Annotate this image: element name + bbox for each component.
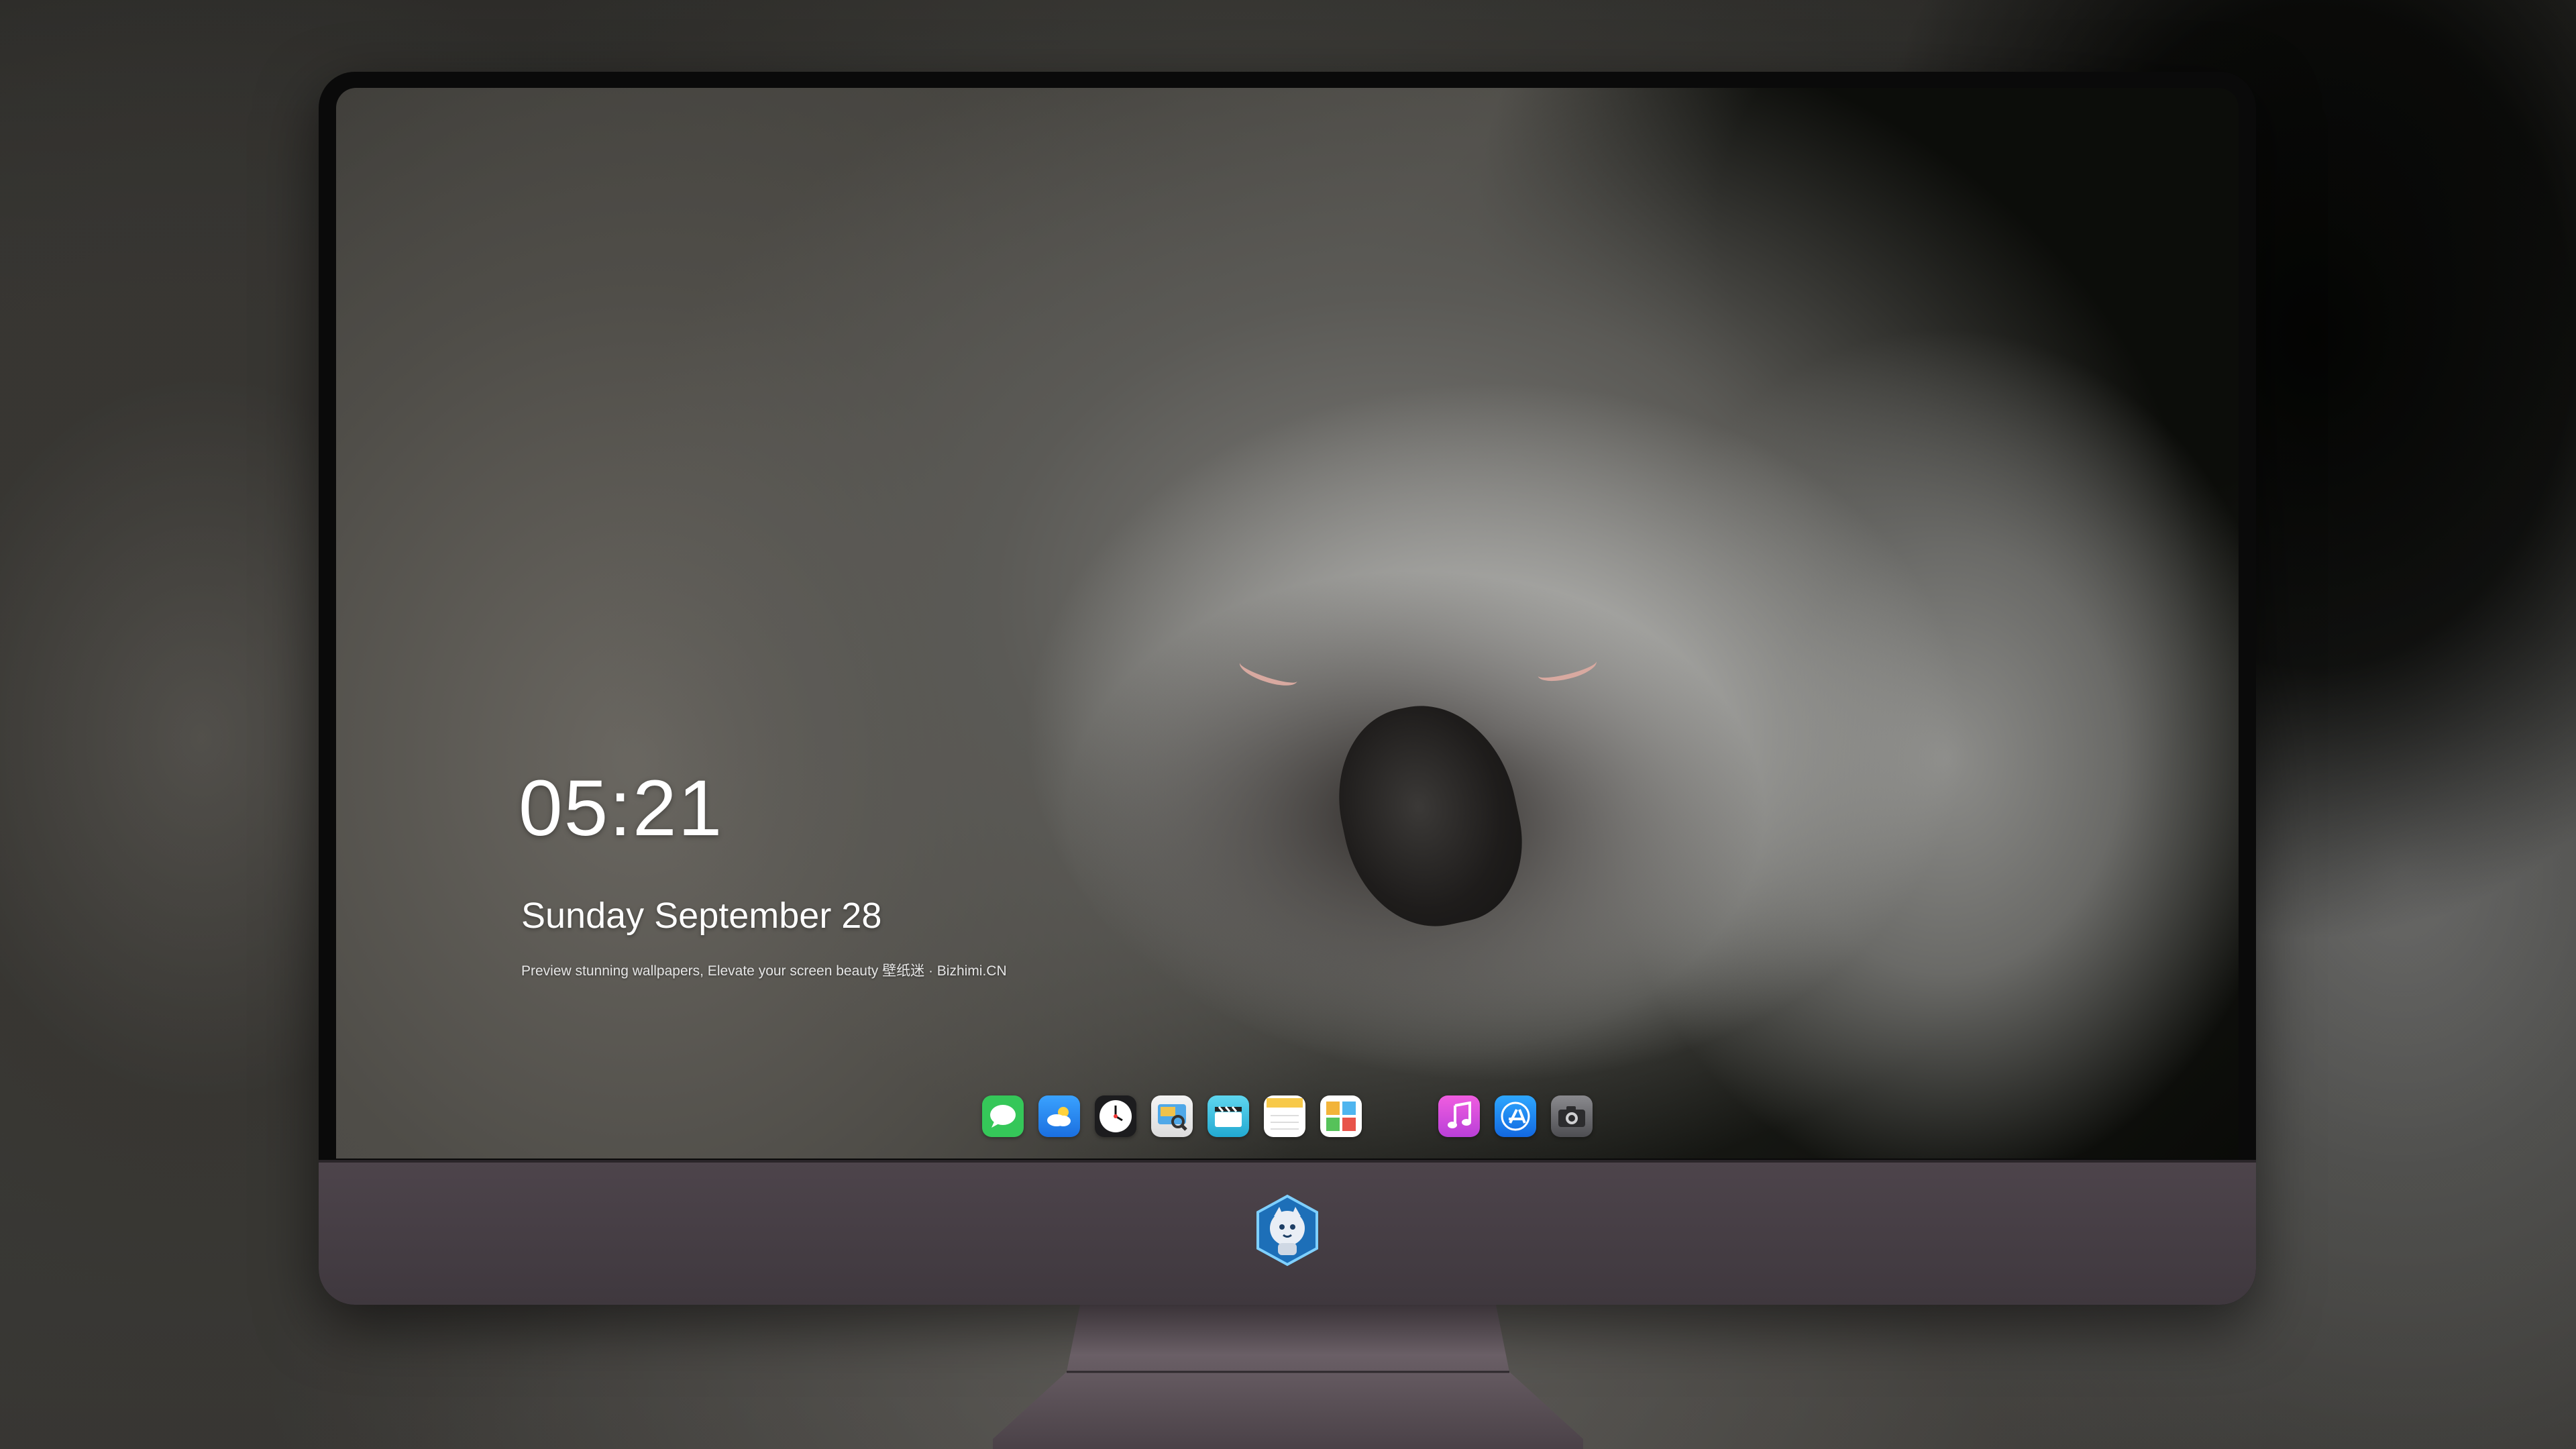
video-editor-icon[interactable] xyxy=(1208,1095,1249,1137)
photo-app-icon[interactable] xyxy=(1320,1095,1362,1137)
lock-screen[interactable]: 05:21 Sunday September 28 Preview stunni… xyxy=(336,88,2239,1159)
monitor-stand xyxy=(993,1305,1583,1449)
clock-icon[interactable] xyxy=(1095,1095,1136,1137)
app-dock xyxy=(336,1095,2239,1137)
mascot-logo-icon xyxy=(1256,1194,1318,1267)
lock-screen-time: 05:21 xyxy=(519,764,724,853)
koala-eye-right xyxy=(1535,651,1599,686)
camera-icon[interactable] xyxy=(1551,1095,1593,1137)
koala-eye-left xyxy=(1236,652,1301,692)
koala-nose xyxy=(1321,689,1538,943)
monitor-chin xyxy=(319,1160,2256,1305)
imac-monitor: 05:21 Sunday September 28 Preview stunni… xyxy=(319,72,2256,1305)
lock-screen-date: Sunday September 28 xyxy=(521,896,882,936)
app-store-icon[interactable] xyxy=(1495,1095,1536,1137)
notes-icon[interactable] xyxy=(1264,1095,1305,1137)
preview-icon[interactable] xyxy=(1151,1095,1193,1137)
wallpaper-tagline: Preview stunning wallpapers, Elevate you… xyxy=(521,963,1007,979)
music-icon[interactable] xyxy=(1438,1095,1480,1137)
weather-icon[interactable] xyxy=(1038,1095,1080,1137)
messages-icon[interactable] xyxy=(982,1095,1024,1137)
